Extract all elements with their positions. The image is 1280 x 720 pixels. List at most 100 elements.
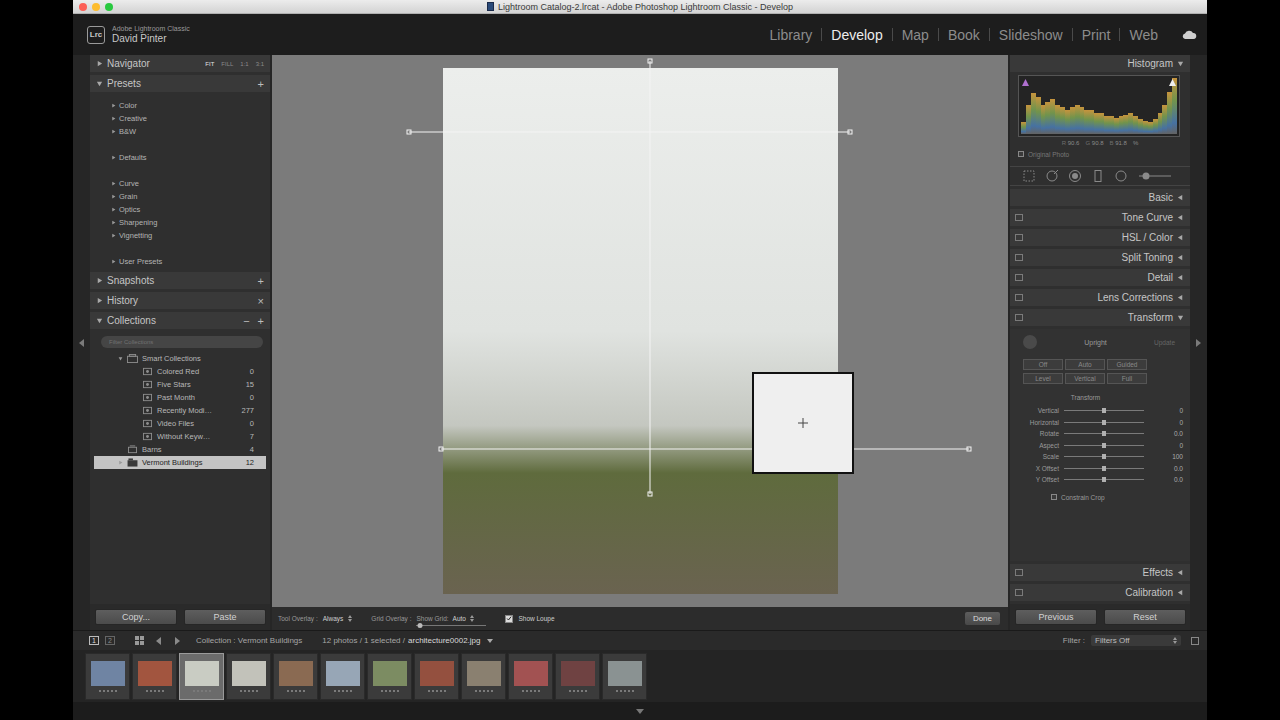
rating-dot[interactable]: [487, 690, 489, 692]
collection-item[interactable]: Barns4: [94, 443, 266, 456]
filmstrip-thumbnail[interactable]: [226, 653, 271, 700]
panel-header[interactable]: Split Toning: [1010, 249, 1190, 266]
forward-icon[interactable]: [174, 637, 180, 645]
shadow-clipping-icon[interactable]: [1022, 79, 1029, 86]
rating-dot[interactable]: [428, 690, 430, 692]
highlight-clipping-icon[interactable]: [1169, 79, 1176, 86]
panel-header[interactable]: Basic: [1010, 189, 1190, 206]
rating-dot[interactable]: [616, 690, 618, 692]
slider-thumb[interactable]: [1102, 443, 1106, 448]
history-header[interactable]: History×: [90, 292, 270, 309]
preset-folder[interactable]: Grain: [90, 190, 270, 203]
histogram-header[interactable]: Histogram: [1010, 55, 1190, 72]
slider-value[interactable]: 0.0: [1149, 430, 1183, 437]
rating-dot[interactable]: [538, 690, 540, 692]
rating-dot[interactable]: [103, 690, 105, 692]
rating-dot[interactable]: [150, 690, 152, 692]
slider-thumb[interactable]: [1102, 477, 1106, 482]
panel-header[interactable]: Tone Curve: [1010, 209, 1190, 226]
rating-dot[interactable]: [585, 690, 587, 692]
filmstrip-thumbnail[interactable]: [367, 653, 412, 700]
collection-action-button[interactable]: −: [243, 315, 249, 327]
rating-dot[interactable]: [491, 690, 493, 692]
expand-icon[interactable]: [118, 356, 123, 361]
radial-icon[interactable]: [1114, 169, 1128, 183]
upright-button[interactable]: Level: [1023, 373, 1063, 384]
panel-header[interactable]: HSL / Color: [1010, 229, 1190, 246]
rating-dot[interactable]: [256, 690, 258, 692]
tool-overlay-dropdown[interactable]: Always: [323, 615, 344, 622]
collection-item[interactable]: Colored Red0: [94, 365, 266, 378]
zoom-option[interactable]: 3:1: [256, 61, 264, 67]
rating-dot[interactable]: [432, 690, 434, 692]
add-preset-button[interactable]: +: [258, 78, 264, 90]
rating-dot[interactable]: [107, 690, 109, 692]
rating-dot[interactable]: [197, 690, 199, 692]
filmstrip-thumbnail[interactable]: [85, 653, 130, 700]
rating-dot[interactable]: [440, 690, 442, 692]
panel-toggle[interactable]: [1015, 254, 1023, 261]
panel-header[interactable]: Calibration: [1010, 584, 1190, 601]
filmstrip-thumbnail[interactable]: [132, 653, 177, 700]
snapshots-header[interactable]: Snapshots+: [90, 272, 270, 289]
grid-view-icon[interactable]: [135, 636, 144, 645]
rating-dot[interactable]: [534, 690, 536, 692]
slider-track[interactable]: [1064, 468, 1144, 469]
collection-item[interactable]: Past Month0: [94, 391, 266, 404]
preset-folder[interactable]: Curve: [90, 177, 270, 190]
rating-dot[interactable]: [193, 690, 195, 692]
rating-dot[interactable]: [295, 690, 297, 692]
slider-track[interactable]: [1064, 456, 1144, 457]
slider-value[interactable]: 0: [1149, 442, 1183, 449]
rating-dot[interactable]: [303, 690, 305, 692]
filter-dropdown[interactable]: Filters Off: [1091, 635, 1181, 646]
rating-dot[interactable]: [350, 690, 352, 692]
minimize-button[interactable]: [92, 3, 100, 11]
filmstrip-thumbnail[interactable]: [273, 653, 318, 700]
collection-item[interactable]: Without Keyw…7: [94, 430, 266, 443]
rating-dot[interactable]: [248, 690, 250, 692]
collection-item[interactable]: Video Files0: [94, 417, 266, 430]
module-tab[interactable]: Book: [939, 27, 989, 43]
filmstrip-thumbnail[interactable]: [602, 653, 647, 700]
red-eye-icon[interactable]: [1068, 169, 1082, 183]
slider-thumb[interactable]: [1102, 408, 1106, 413]
panel-button[interactable]: Copy...: [95, 609, 177, 625]
filmstrip-thumbnail[interactable]: [414, 653, 459, 700]
rating-dot[interactable]: [581, 690, 583, 692]
rating-dot[interactable]: [201, 690, 203, 692]
cloud-icon[interactable]: [1181, 29, 1197, 40]
filmstrip-thumbnail[interactable]: [508, 653, 553, 700]
rating-dot[interactable]: [483, 690, 485, 692]
panel-toggle[interactable]: [1015, 274, 1023, 281]
rating-dot[interactable]: [620, 690, 622, 692]
rating-stars[interactable]: [240, 690, 258, 692]
slider-thumb[interactable]: [1102, 454, 1106, 459]
collection-item[interactable]: Vermont Buildings12: [94, 456, 266, 469]
slider-track[interactable]: [1064, 479, 1144, 480]
rating-dot[interactable]: [158, 690, 160, 692]
rating-dot[interactable]: [628, 690, 630, 692]
rating-dot[interactable]: [291, 690, 293, 692]
rating-stars[interactable]: [616, 690, 634, 692]
rating-dot[interactable]: [381, 690, 383, 692]
panel-toggle[interactable]: [1015, 234, 1023, 241]
rating-dot[interactable]: [573, 690, 575, 692]
panel-button[interactable]: Previous: [1015, 609, 1097, 625]
panel-header[interactable]: Effects: [1010, 564, 1190, 581]
collection-filter-field[interactable]: Filter Collections: [101, 336, 263, 348]
upright-button[interactable]: Vertical: [1065, 373, 1105, 384]
slider-track[interactable]: [1064, 422, 1144, 423]
rating-dot[interactable]: [244, 690, 246, 692]
rating-dot[interactable]: [632, 690, 634, 692]
rating-dot[interactable]: [240, 690, 242, 692]
rating-dot[interactable]: [111, 690, 113, 692]
show-loupe-checkbox[interactable]: [505, 615, 513, 623]
slider-track[interactable]: [1064, 445, 1144, 446]
module-tab[interactable]: Library: [761, 27, 822, 43]
slider-thumb[interactable]: [417, 623, 422, 628]
zoom-option[interactable]: 1:1: [240, 61, 248, 67]
collection-item[interactable]: Recently Modi…277: [94, 404, 266, 417]
zoom-button[interactable]: [105, 3, 113, 11]
rating-dot[interactable]: [389, 690, 391, 692]
